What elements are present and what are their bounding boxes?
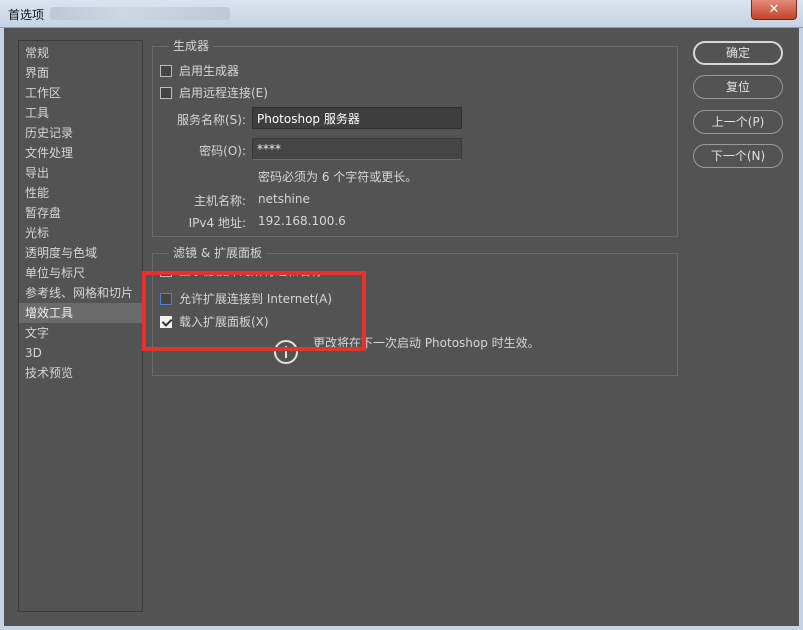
sidebar-item[interactable]: 常规 xyxy=(19,43,142,63)
enable-generator-checkbox[interactable]: 启用生成器 xyxy=(160,62,239,80)
enable-generator-box[interactable] xyxy=(160,65,172,77)
window-frame-bottom xyxy=(0,626,803,630)
sidebar-item[interactable]: 单位与标尺 xyxy=(19,263,142,283)
sidebar-item[interactable]: 文件处理 xyxy=(19,143,142,163)
filters-legend: 滤镜 & 扩展面板 xyxy=(169,245,266,261)
next-button[interactable]: 下一个(N) xyxy=(693,144,783,168)
enable-generator-label: 启用生成器 xyxy=(179,64,240,78)
service-name-input[interactable] xyxy=(252,107,462,129)
sidebar-item[interactable]: 3D xyxy=(19,343,142,363)
sidebar-item[interactable]: 性能 xyxy=(19,183,142,203)
enable-remote-checkbox[interactable]: 启用远程连接(E) xyxy=(160,84,268,102)
sidebar-item[interactable]: 透明度与色域 xyxy=(19,243,142,263)
generator-legend: 生成器 xyxy=(169,38,214,54)
sidebar-item[interactable]: 导出 xyxy=(19,163,142,183)
sidebar-item[interactable]: 工具 xyxy=(19,103,142,123)
blurred-title-path xyxy=(50,7,230,20)
title-bar: 首选项 ✕ xyxy=(0,0,803,28)
sidebar-item[interactable]: 界面 xyxy=(19,63,142,83)
ipv4-label: IPv4 地址: xyxy=(188,216,246,230)
window-frame-right xyxy=(799,28,803,630)
sidebar-item[interactable]: 技术预览 xyxy=(19,363,142,383)
enable-remote-label: 启用远程连接(E) xyxy=(179,86,268,100)
password-label: 密码(O): xyxy=(199,144,246,158)
hostname-label: 主机名称: xyxy=(193,194,246,208)
preferences-category-list[interactable]: 常规 界面 工作区 工具 历史记录 文件处理 导出 性能 暂存盘 光标 透明度与色域 单位与标尺 参考线… xyxy=(18,40,143,612)
ok-button[interactable]: 确定 xyxy=(693,41,783,65)
service-name-label: 服务名称(S): xyxy=(176,113,246,127)
enable-remote-box[interactable] xyxy=(160,87,172,99)
reset-button[interactable]: 复位 xyxy=(693,75,783,99)
sidebar-item[interactable]: 文字 xyxy=(19,323,142,343)
prev-button[interactable]: 上一个(P) xyxy=(693,110,783,134)
window-title: 首选项 xyxy=(8,8,45,22)
sidebar-item[interactable]: 暂存盘 xyxy=(19,203,142,223)
sidebar-item[interactable]: 工作区 xyxy=(19,83,142,103)
password-hint: 密码必须为 6 个字符或更长。 xyxy=(258,170,418,184)
ipv4-value: 192.168.100.6 xyxy=(258,214,346,228)
sidebar-item[interactable]: 参考线、网格和切片 xyxy=(19,283,142,303)
highlight-annotation-box xyxy=(142,271,366,351)
hostname-value: netshine xyxy=(258,192,310,206)
sidebar-item[interactable]: 增效工具 xyxy=(19,303,142,323)
sidebar-item[interactable]: 历史记录 xyxy=(19,123,142,143)
close-button[interactable]: ✕ xyxy=(751,0,797,20)
password-input[interactable] xyxy=(252,138,462,160)
sidebar-item[interactable]: 光标 xyxy=(19,223,142,243)
